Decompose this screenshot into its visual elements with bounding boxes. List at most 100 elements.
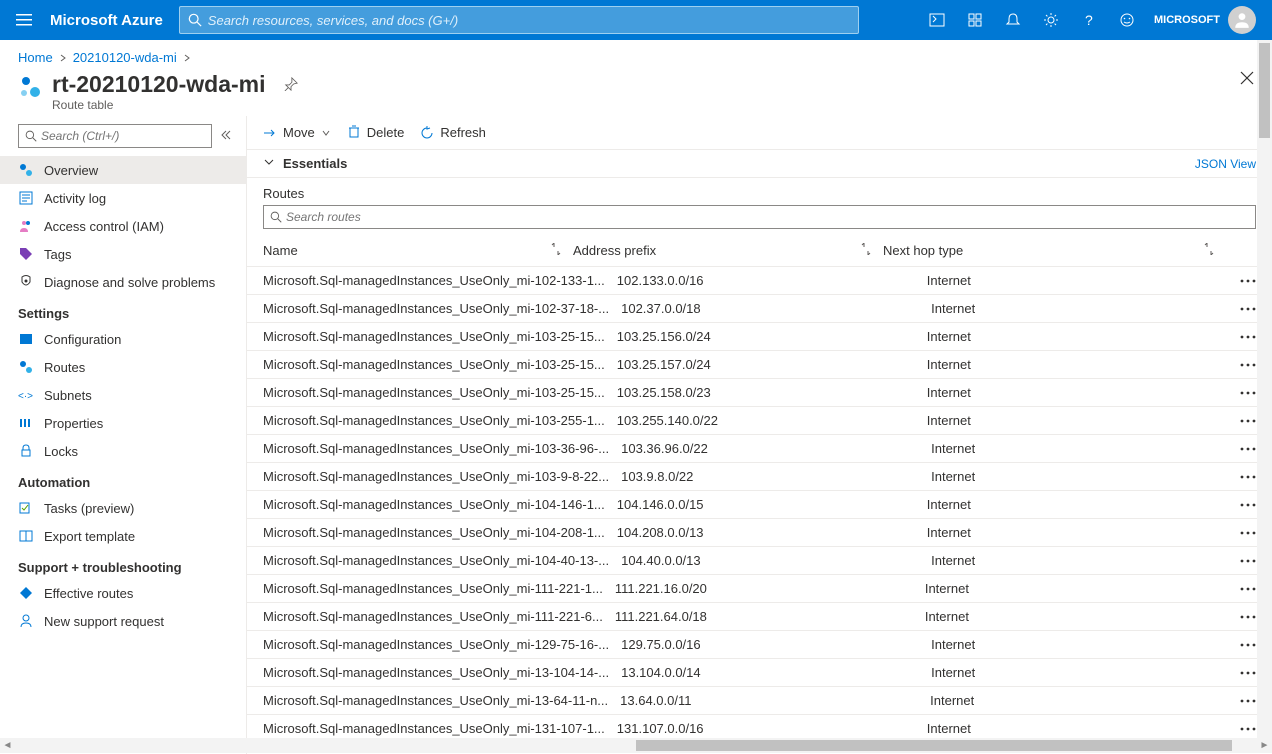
row-context-menu[interactable] xyxy=(1240,638,1256,652)
feedback-icon[interactable] xyxy=(1108,0,1146,40)
cell-hop: Internet xyxy=(931,665,975,680)
essentials-toggle[interactable] xyxy=(263,156,275,171)
brand-label[interactable]: Microsoft Azure xyxy=(50,12,163,29)
help-icon[interactable]: ? xyxy=(1070,0,1108,40)
pin-button[interactable] xyxy=(284,77,298,94)
row-context-menu[interactable] xyxy=(1240,610,1256,624)
table-row[interactable]: Microsoft.Sql-managedInstances_UseOnly_m… xyxy=(247,295,1272,323)
cell-prefix: 103.255.140.0/22 xyxy=(617,413,718,428)
ellipsis-icon xyxy=(1240,503,1256,507)
sidebar-item-tasks[interactable]: Tasks (preview) xyxy=(0,494,246,522)
sort-icon[interactable] xyxy=(551,243,561,258)
sidebar-search[interactable] xyxy=(18,124,212,148)
table-row[interactable]: Microsoft.Sql-managedInstances_UseOnly_m… xyxy=(247,575,1272,603)
vertical-scrollbar[interactable] xyxy=(1257,40,1272,738)
table-row[interactable]: Microsoft.Sql-managedInstances_UseOnly_m… xyxy=(247,631,1272,659)
row-context-menu[interactable] xyxy=(1240,302,1256,316)
table-row[interactable]: Microsoft.Sql-managedInstances_UseOnly_m… xyxy=(247,267,1272,295)
table-row[interactable]: Microsoft.Sql-managedInstances_UseOnly_m… xyxy=(247,547,1272,575)
table-row[interactable]: Microsoft.Sql-managedInstances_UseOnly_m… xyxy=(247,463,1272,491)
sort-icon[interactable] xyxy=(1204,243,1214,258)
directories-icon[interactable] xyxy=(956,0,994,40)
col-prefix-header[interactable]: Address prefix xyxy=(573,243,656,258)
collapse-sidebar-button[interactable] xyxy=(220,129,232,144)
sidebar-item-label: Subnets xyxy=(44,388,92,403)
sidebar-item-overview[interactable]: Overview xyxy=(0,156,246,184)
sidebar-item-tags[interactable]: Tags xyxy=(0,240,246,268)
row-context-menu[interactable] xyxy=(1240,386,1256,400)
json-view-link[interactable]: JSON View xyxy=(1195,157,1256,171)
notifications-icon[interactable] xyxy=(994,0,1032,40)
cell-name: Microsoft.Sql-managedInstances_UseOnly_m… xyxy=(263,357,605,372)
table-row[interactable]: Microsoft.Sql-managedInstances_UseOnly_m… xyxy=(247,659,1272,687)
cell-name: Microsoft.Sql-managedInstances_UseOnly_m… xyxy=(263,581,603,596)
table-row[interactable]: Microsoft.Sql-managedInstances_UseOnly_m… xyxy=(247,407,1272,435)
row-context-menu[interactable] xyxy=(1240,526,1256,540)
row-context-menu[interactable] xyxy=(1240,442,1256,456)
cell-prefix: 102.133.0.0/16 xyxy=(617,273,704,288)
sidebar-item-export-template[interactable]: Export template xyxy=(0,522,246,550)
row-context-menu[interactable] xyxy=(1240,694,1256,708)
sidebar-item-diagnose[interactable]: Diagnose and solve problems xyxy=(0,268,246,296)
row-context-menu[interactable] xyxy=(1240,722,1256,736)
routes-search[interactable] xyxy=(263,205,1256,229)
cell-hop: Internet xyxy=(927,273,971,288)
search-icon xyxy=(270,211,282,223)
cell-hop: Internet xyxy=(927,413,971,428)
row-context-menu[interactable] xyxy=(1240,330,1256,344)
horizontal-scrollbar[interactable]: ◄► xyxy=(0,738,1272,753)
sidebar-item-label: Diagnose and solve problems xyxy=(44,275,215,290)
table-row[interactable]: Microsoft.Sql-managedInstances_UseOnly_m… xyxy=(247,379,1272,407)
cell-name: Microsoft.Sql-managedInstances_UseOnly_m… xyxy=(263,413,605,428)
table-row[interactable]: Microsoft.Sql-managedInstances_UseOnly_m… xyxy=(247,491,1272,519)
row-context-menu[interactable] xyxy=(1240,358,1256,372)
sort-icon[interactable] xyxy=(861,243,871,258)
close-button[interactable] xyxy=(1240,71,1254,88)
breadcrumb-resource[interactable]: 20210120-wda-mi xyxy=(73,50,177,65)
cell-name: Microsoft.Sql-managedInstances_UseOnly_m… xyxy=(263,469,609,484)
global-search-input[interactable] xyxy=(208,13,850,28)
col-hop-header[interactable]: Next hop type xyxy=(883,243,963,258)
col-name-header[interactable]: Name xyxy=(263,243,298,258)
sidebar-item-label: New support request xyxy=(44,614,164,629)
table-row[interactable]: Microsoft.Sql-managedInstances_UseOnly_m… xyxy=(247,519,1272,547)
sidebar-item-subnets[interactable]: <·> Subnets xyxy=(0,381,246,409)
refresh-button[interactable]: Refresh xyxy=(420,125,486,140)
sidebar-search-input[interactable] xyxy=(41,129,205,143)
menu-toggle[interactable] xyxy=(8,4,40,36)
close-icon xyxy=(1240,71,1254,85)
essentials-label: Essentials xyxy=(283,156,347,171)
sidebar-item-access-control[interactable]: Access control (IAM) xyxy=(0,212,246,240)
sidebar-item-routes[interactable]: Routes xyxy=(0,353,246,381)
table-row[interactable]: Microsoft.Sql-managedInstances_UseOnly_m… xyxy=(247,351,1272,379)
table-row[interactable]: Microsoft.Sql-managedInstances_UseOnly_m… xyxy=(247,603,1272,631)
table-row[interactable]: Microsoft.Sql-managedInstances_UseOnly_m… xyxy=(247,687,1272,715)
table-row[interactable]: Microsoft.Sql-managedInstances_UseOnly_m… xyxy=(247,323,1272,351)
sidebar-item-locks[interactable]: Locks xyxy=(0,437,246,465)
sidebar-item-properties[interactable]: Properties xyxy=(0,409,246,437)
delete-button[interactable]: Delete xyxy=(347,124,405,141)
row-context-menu[interactable] xyxy=(1240,582,1256,596)
row-context-menu[interactable] xyxy=(1240,498,1256,512)
account-area[interactable]: MICROSOFT xyxy=(1146,6,1264,34)
row-context-menu[interactable] xyxy=(1240,274,1256,288)
row-context-menu[interactable] xyxy=(1240,470,1256,484)
sidebar-item-effective-routes[interactable]: Effective routes xyxy=(0,579,246,607)
row-context-menu[interactable] xyxy=(1240,414,1256,428)
routes-search-input[interactable] xyxy=(286,210,1249,224)
cloud-shell-icon[interactable] xyxy=(918,0,956,40)
settings-icon[interactable] xyxy=(1032,0,1070,40)
activity-log-icon xyxy=(18,190,34,206)
move-button[interactable]: Move xyxy=(263,125,331,140)
sidebar-item-activity-log[interactable]: Activity log xyxy=(0,184,246,212)
row-context-menu[interactable] xyxy=(1240,554,1256,568)
table-row[interactable]: Microsoft.Sql-managedInstances_UseOnly_m… xyxy=(247,435,1272,463)
cell-hop: Internet xyxy=(931,553,975,568)
breadcrumb-home[interactable]: Home xyxy=(18,50,53,65)
global-search[interactable] xyxy=(179,6,859,34)
sidebar-item-support-request[interactable]: New support request xyxy=(0,607,246,635)
row-context-menu[interactable] xyxy=(1240,666,1256,680)
cell-hop: Internet xyxy=(931,441,975,456)
refresh-label: Refresh xyxy=(440,125,486,140)
sidebar-item-configuration[interactable]: Configuration xyxy=(0,325,246,353)
